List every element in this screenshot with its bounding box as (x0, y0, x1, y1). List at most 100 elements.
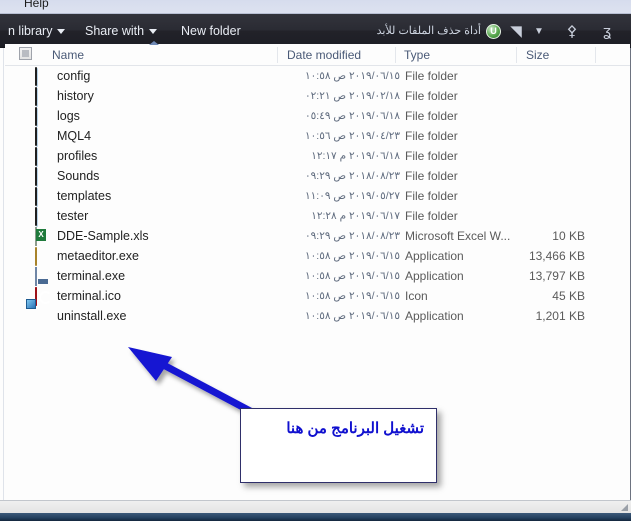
file-type: File folder (405, 209, 458, 223)
file-name[interactable]: metaeditor.exe (57, 249, 139, 263)
folder-icon (35, 188, 51, 204)
file-list-rows: config٢٠١٩/٠٦/١٥ ص ١٠:٥٨File folderhisto… (5, 66, 625, 326)
file-date-modified: ٢٠١٨/٠٨/٢٣ ص ٠٩:٢٩ (280, 230, 400, 242)
terminal-icon (35, 268, 51, 284)
folder-icon (35, 88, 51, 104)
file-date-modified: ٢٠١٩/٠٦/١٨ ص ٠٥:٤٩ (280, 110, 400, 122)
file-name[interactable]: config (57, 69, 90, 83)
file-date-modified: ٢٠١٩/٠٦/١٨ م ١٢:١٧ (280, 150, 400, 162)
file-date-modified: ٢٠١٩/٠٦/١٥ ص ١٠:٥٨ (280, 270, 400, 282)
file-date-modified: ٢٠١٩/٠٦/١٧ م ١٢:٢٨ (280, 210, 400, 222)
file-date-modified: ٢٠١٩/٠٦/١٥ ص ١٠:٥٨ (280, 310, 400, 322)
file-date-modified: ٢٠١٩/٠٦/١٥ ص ١٠:٥٨ (280, 290, 400, 302)
file-type: File folder (405, 89, 458, 103)
navigation-pane-edge (0, 48, 4, 500)
table-row[interactable]: Sounds٢٠١٨/٠٨/٢٣ ص ٠٩:٢٩File folder (5, 166, 625, 186)
file-name[interactable]: history (57, 89, 94, 103)
file-size: 1,201 KB (495, 309, 585, 323)
column-divider[interactable] (277, 47, 278, 63)
status-bar (0, 500, 631, 513)
file-date-modified: ٢٠١٩/٠٦/١٥ ص ١٠:٥٨ (280, 70, 400, 82)
help-icon[interactable]: ʓ (598, 14, 616, 48)
command-toolbar: n library Share with New folder U أداة ح… (0, 14, 631, 48)
table-row[interactable]: history ٢٠١٩/٠٢/١٨ ص ٠٢:٢١ File folder (5, 86, 625, 106)
file-size: 10 KB (495, 229, 585, 243)
menu-bar: Help (0, 0, 631, 14)
file-name[interactable]: Sounds (57, 169, 99, 183)
file-name[interactable]: tester (57, 209, 88, 223)
sort-ascending-indicator-icon (149, 41, 159, 45)
ico-icon (35, 288, 51, 304)
folder-icon (35, 148, 51, 164)
table-row[interactable]: uninstall.exe ٢٠١٩/٠٦/١٥ ص ١٠:٥٨ Applicati… (5, 306, 625, 326)
select-all-checkbox[interactable] (19, 47, 32, 60)
file-name[interactable]: MQL4 (57, 129, 91, 143)
toolbar-addon-file-shredder[interactable]: U أداة حذف الملفات للأبد (377, 14, 501, 48)
file-date-modified: ٢٠١٩/٠٤/٢٣ ص ١٠:٥٦ (280, 130, 400, 142)
toolbar-button-include-in-library[interactable]: n library (8, 14, 65, 48)
unlocker-badge-icon: U (486, 24, 501, 39)
column-divider[interactable] (395, 47, 396, 63)
table-row[interactable]: templates ٢٠١٩/٠٥/٢٧ ص ١١:٠٩ File folder (5, 186, 625, 206)
table-row[interactable]: logs ٢٠١٩/٠٦/١٨ ص ٠٥:٤٩ File folder (5, 106, 625, 126)
column-header-type[interactable]: Type (404, 44, 430, 66)
file-size: 13,797 KB (495, 269, 585, 283)
mde-icon (35, 248, 51, 264)
preview-pane-icon[interactable]: ⚴ (563, 14, 581, 48)
xls-icon (35, 228, 51, 244)
table-row[interactable]: profiles ٢٠١٩/٠٦/١٨ م ١٢:١٧ File folder (5, 146, 625, 166)
table-row[interactable]: DDE-Sample.xls٢٠١٨/٠٨/٢٣ ص ٠٩:٢٩Microsof… (5, 226, 625, 246)
taskbar-strip (0, 513, 631, 521)
folder-icon (35, 108, 51, 124)
chevron-down-icon (149, 29, 157, 34)
toolbar-button-share-with-label: Share with (85, 14, 144, 48)
file-name[interactable]: DDE-Sample.xls (57, 229, 149, 243)
file-type: File folder (405, 69, 458, 83)
column-header-size[interactable]: Size (526, 44, 549, 66)
file-type: Application (405, 309, 464, 323)
chevron-down-icon (57, 29, 65, 34)
file-type: File folder (405, 109, 458, 123)
file-type: Application (405, 249, 464, 263)
table-row[interactable]: tester ٢٠١٩/٠٦/١٧ م ١٢:٢٨ File folder (5, 206, 625, 226)
file-name[interactable]: logs (57, 109, 80, 123)
table-row[interactable]: config ٢٠١٩/٠٦/١٥ ص ١٠:٥٨ File folder (5, 66, 625, 86)
file-type: Icon (405, 289, 428, 303)
table-row[interactable]: metaeditor.exe٢٠١٩/٠٦/١٥ ص ١٠:٥٨Applicat… (5, 246, 625, 266)
file-name[interactable]: profiles (57, 149, 97, 163)
annotation-callout-box: تشغيل البرنامج من هنا (240, 408, 437, 483)
column-header-date-modified[interactable]: Date modified (287, 44, 361, 66)
toolbar-button-include-in-library-label: n library (8, 14, 52, 48)
folder-icon (35, 128, 51, 144)
file-date-modified: ٢٠١٩/٠٥/٢٧ ص ١١:٠٩ (280, 190, 400, 202)
file-size: 45 KB (495, 289, 585, 303)
file-date-modified: ٢٠١٩/٠٢/١٨ ص ٠٢:٢١ (280, 90, 400, 102)
column-header-row: Name Date modified Type Size (5, 44, 630, 66)
column-header-name[interactable]: Name (52, 44, 84, 66)
folder-icon (35, 168, 51, 184)
explorer-window: Help n library Share with New folder U أ… (0, 0, 631, 521)
view-dropdown-caret-icon[interactable]: ▼ (530, 14, 548, 48)
toolbar-button-share-with[interactable]: Share with (85, 14, 157, 48)
file-name[interactable]: uninstall.exe (57, 309, 127, 323)
file-name[interactable]: templates (57, 189, 111, 203)
menu-item-help[interactable]: Help (24, 0, 49, 10)
file-type: File folder (405, 169, 458, 183)
table-row[interactable]: MQL4 ٢٠١٩/٠٤/٢٣ ص ١٠:٥٦ File folder (5, 126, 625, 146)
view-layout-icon[interactable]: ◥ (505, 14, 527, 48)
file-name[interactable]: terminal.ico (57, 289, 121, 303)
file-type: File folder (405, 189, 458, 203)
resize-grip-icon[interactable] (621, 504, 628, 511)
file-name[interactable]: terminal.exe (57, 269, 125, 283)
folder-icon (35, 68, 51, 84)
toolbar-button-new-folder[interactable]: New folder (181, 14, 241, 48)
file-type: File folder (405, 149, 458, 163)
file-type: File folder (405, 129, 458, 143)
table-row[interactable]: terminal.exe ٢٠١٩/٠٦/١٥ ص ١٠:٥٨ Applicatio… (5, 266, 625, 286)
folder-icon (35, 208, 51, 224)
column-divider[interactable] (595, 47, 596, 63)
toolbar-addon-label: أداة حذف الملفات للأبد (377, 14, 481, 48)
column-divider[interactable] (516, 47, 517, 63)
table-row[interactable]: terminal.ico ٢٠١٩/٠٦/١٥ ص ١٠:٥٨ Icon 45 KB (5, 286, 625, 306)
file-type: Application (405, 269, 464, 283)
